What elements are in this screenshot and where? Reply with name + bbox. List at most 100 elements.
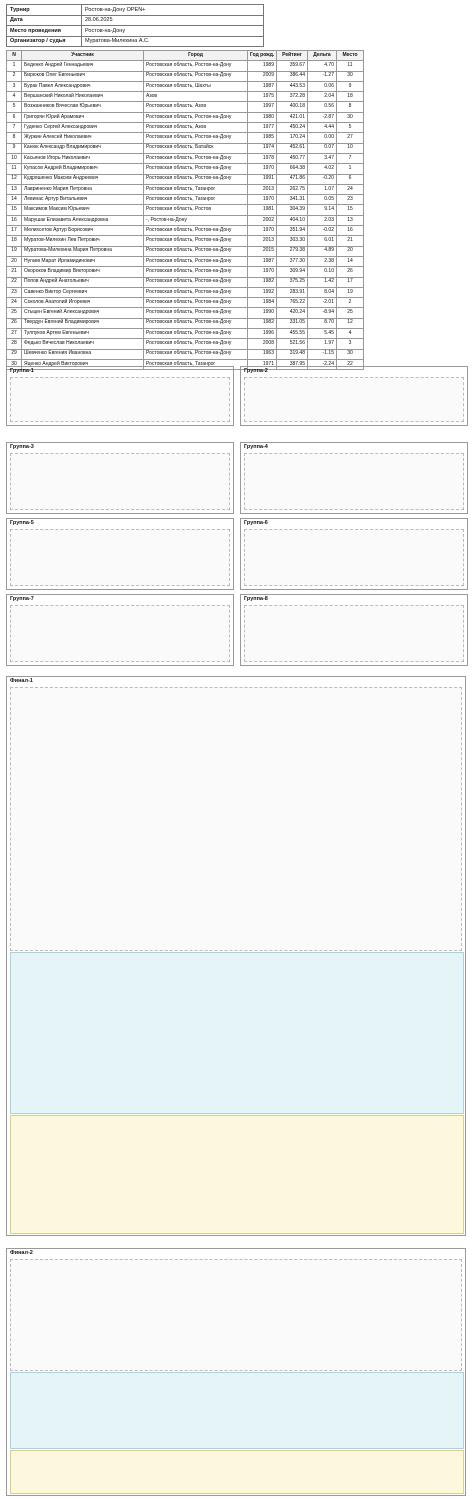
- table-row: 11 Купасов Андрей Владимирович Ростовская …: [6, 163, 364, 175]
- table-cell: 359.67: [276, 60, 308, 72]
- table-cell: 4: [336, 328, 364, 340]
- table-cell: 450.24: [276, 122, 308, 134]
- table-cell: -, Ростов-на-Дону: [143, 214, 248, 227]
- table-cell: 0.06: [307, 80, 337, 93]
- table-cell: 8.70: [307, 317, 337, 330]
- table-cell: 5: [336, 122, 364, 134]
- header-label: Дата: [6, 14, 82, 26]
- table-cell: 664.38: [276, 163, 308, 175]
- table-row: 12 Кудряшенко Максим Андреевич Ростовская …: [6, 173, 364, 185]
- table-cell: Федько Вячеслав Николаевич: [21, 338, 144, 350]
- table-cell: 20: [336, 245, 364, 257]
- final1-title: Финал-1: [10, 678, 33, 684]
- table-cell: 29: [6, 348, 22, 360]
- table-cell: Вершанский Николай Николаевич: [21, 91, 144, 103]
- table-cell: -2.87: [307, 111, 337, 124]
- group-table-body: [10, 453, 230, 510]
- table-cell: 1.97: [307, 338, 337, 350]
- final1-lower-zone: [10, 1115, 464, 1234]
- table-cell: Ростовская область, Ростов-на-Дону: [143, 225, 248, 237]
- table-cell: 1970: [247, 163, 277, 175]
- group-table: Группа-7: [6, 594, 234, 666]
- table-cell: 13: [6, 183, 22, 196]
- table-row: 22 Попов Андрей Анатольевич Ростовская обл…: [6, 276, 364, 288]
- table-cell: 471.86: [276, 173, 308, 185]
- table-cell: 455.55: [276, 328, 308, 340]
- table-cell: 262.75: [276, 183, 308, 196]
- table-row: 18 Муратов-Милехин Лев Петрович Ростовская…: [6, 235, 364, 247]
- table-cell: 1963: [247, 348, 277, 360]
- table-cell: 9: [6, 142, 22, 154]
- table-cell: 7: [6, 122, 22, 134]
- table-cell: Нугаев Марат Ирламидинович: [21, 255, 144, 268]
- table-cell: 3: [6, 80, 22, 93]
- table-cell: 30: [336, 348, 364, 360]
- table-cell: 19: [6, 245, 22, 257]
- table-cell: Ростовская область, Ростов-на-Дону: [143, 328, 248, 340]
- table-cell: Ростовская область, Ростов-на-Дону: [143, 163, 248, 175]
- table-cell: Ростовская область, Ростов-на-Дону: [143, 152, 248, 165]
- table-row: 13 Лавриненко Мария Петровна Ростовская об…: [6, 183, 364, 196]
- table-row: 19 Муратова-Милехина Мария Петровна Ростов…: [6, 245, 364, 257]
- tournament-header: Турнир Ростов-на-Дону OPEN+ Дата 28.06.2025…: [6, 4, 264, 47]
- header-row: Турнир Ростов-на-Дону OPEN+: [6, 4, 264, 16]
- table-row: 17 Мелихсетов Артур Борисович Ростовская о…: [6, 225, 364, 237]
- table-cell: Ростовская область, Ростов-на-Дону: [143, 111, 248, 124]
- table-cell: 4.89: [307, 245, 337, 257]
- table-cell: 13: [336, 214, 364, 227]
- players-table-header: N Участник Город Год рожд. Рейтинг Дельта Мест…: [6, 49, 364, 62]
- table-row: 9 Канюк Александр Владимирович Ростовская …: [6, 142, 364, 154]
- table-cell: Савенко Виктор Сергеевич: [21, 286, 144, 299]
- table-cell: Возжанников Вячеслав Юрьевич: [21, 101, 144, 113]
- table-cell: 309.94: [276, 266, 308, 278]
- table-cell: 19: [336, 286, 364, 299]
- table-cell: 6: [6, 111, 22, 124]
- table-row: 15 Максимов Максим Юрьевич Ростовская обла…: [6, 204, 364, 216]
- table-cell: 521.56: [276, 338, 308, 350]
- table-cell: 23: [6, 286, 22, 299]
- table-cell: 10: [6, 152, 22, 165]
- table-cell: -8.94: [307, 307, 337, 319]
- group-table: Группа-2: [240, 366, 468, 426]
- table-cell: 0.56: [307, 101, 337, 113]
- table-cell: 18: [6, 235, 22, 247]
- final1-consolation-zone: [10, 952, 464, 1114]
- table-cell: 1.07: [307, 183, 337, 196]
- table-cell: 0.07: [307, 142, 337, 154]
- final2-title: Финал-2: [10, 1250, 33, 1256]
- table-cell: 450.77: [276, 152, 308, 165]
- table-cell: 9: [336, 80, 364, 93]
- table-row: 7 Гуденко Сергей Александрович Ростовская …: [6, 122, 364, 134]
- table-cell: -0.02: [307, 225, 337, 237]
- table-row: 23 Савенко Виктор Сергеевич Ростовская обл…: [6, 286, 364, 299]
- table-cell: Ростовская область, Ростов-на-Дону: [143, 307, 248, 319]
- group-title: Группа-7: [10, 596, 34, 602]
- table-cell: 279.38: [276, 245, 308, 257]
- table-cell: 7: [336, 152, 364, 165]
- table-row: 4 Вершанский Николай Николаевич Азов 1975 37…: [6, 91, 364, 103]
- table-cell: 15: [6, 204, 22, 216]
- group-title: Группа-8: [244, 596, 268, 602]
- table-cell: 20: [6, 255, 22, 268]
- table-cell: 24: [6, 297, 22, 309]
- table-cell: 12: [336, 317, 364, 330]
- header-label: Турнир: [6, 4, 82, 16]
- table-cell: 18: [336, 91, 364, 103]
- table-cell: 452.61: [276, 142, 308, 154]
- table-cell: 304.39: [276, 204, 308, 216]
- table-cell: Лавриненко Мария Петровна: [21, 183, 144, 196]
- table-cell: 21: [336, 235, 364, 247]
- table-row: 27 Тулпуков Артем Евгеньевич Ростовская об…: [6, 328, 364, 340]
- final2-main-bracket: [10, 1259, 462, 1371]
- table-cell: 17: [336, 276, 364, 288]
- group-table: Группа-3: [6, 442, 234, 514]
- table-cell: Ростовская область, Ростов-на-Дону: [143, 266, 248, 278]
- table-cell: Шевченко Евгения Ивановна: [21, 348, 144, 360]
- table-cell: 22: [6, 276, 22, 288]
- group-table-body: [10, 529, 230, 586]
- table-cell: Ростовская область, Батайск: [143, 142, 248, 154]
- final1-main-bracket: [10, 687, 462, 951]
- table-cell: 8: [6, 132, 22, 144]
- group-table-body: [244, 529, 464, 586]
- group-title: Группа-2: [244, 368, 268, 374]
